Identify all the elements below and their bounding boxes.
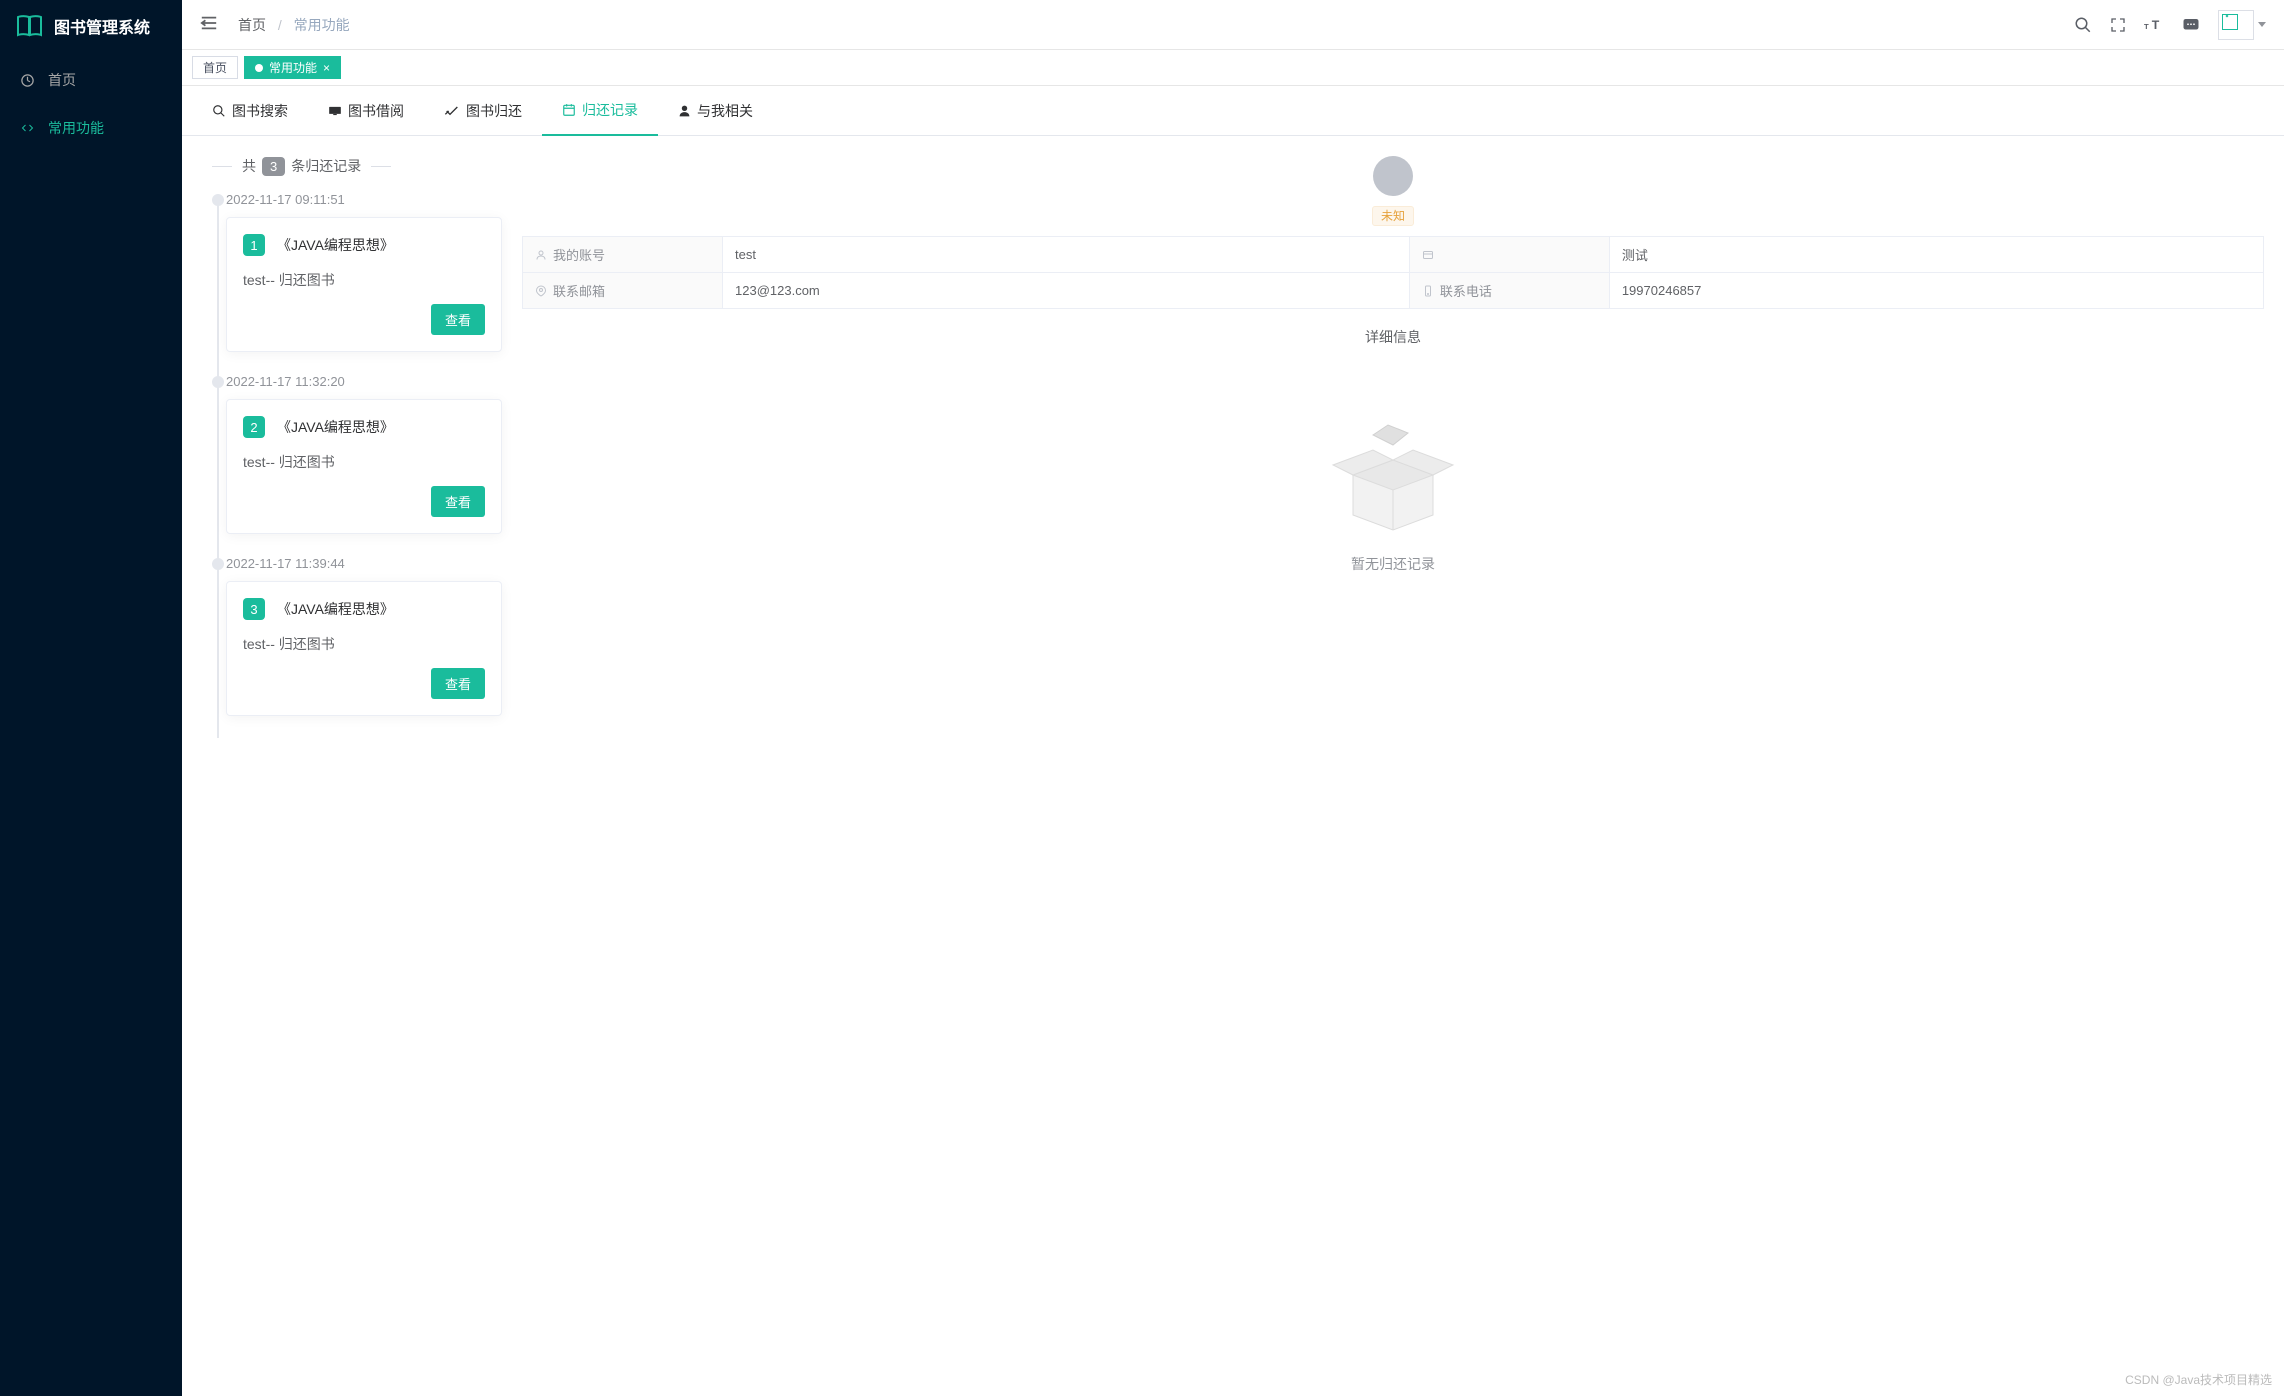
user-dropdown[interactable]	[2218, 10, 2266, 40]
empty-text: 暂无归还记录	[522, 554, 2264, 574]
search-icon[interactable]	[2074, 16, 2092, 34]
search-icon	[212, 104, 226, 118]
tab-book-return[interactable]: 图书归还	[424, 86, 542, 135]
message-icon[interactable]	[2182, 17, 2200, 33]
svg-text:T: T	[2152, 17, 2160, 31]
record-title: 《JAVA编程思想》	[277, 235, 394, 255]
records-summary: 共 3 条归还记录	[212, 156, 502, 176]
breadcrumb-current: 常用功能	[294, 17, 350, 33]
view-button[interactable]: 查看	[431, 668, 485, 699]
profile-avatar	[1373, 156, 1413, 196]
timeline-time: 2022-11-17 09:11:51	[226, 192, 502, 207]
record-desc: test-- 归还图书	[243, 634, 485, 654]
record-card: 3 《JAVA编程思想》 test-- 归还图书 查看	[226, 581, 502, 716]
tag-common[interactable]: 常用功能×	[244, 56, 341, 79]
card-icon	[1422, 249, 1434, 261]
close-icon[interactable]: ×	[323, 61, 330, 75]
dashboard-icon	[20, 73, 36, 88]
sidebar-item-label: 常用功能	[48, 118, 104, 138]
code-icon	[20, 122, 36, 134]
tab-book-borrow[interactable]: 图书借阅	[308, 86, 424, 135]
record-desc: test-- 归还图书	[243, 270, 485, 290]
records-count: 3	[262, 157, 285, 176]
avatar	[2218, 10, 2254, 40]
mail-icon	[535, 285, 547, 297]
user-icon	[678, 104, 691, 118]
timeline-item: 2022-11-17 11:32:20 2 《JAVA编程思想》 test-- 归…	[226, 374, 502, 556]
empty-state: 暂无归还记录	[522, 365, 2264, 614]
breadcrumb-separator: /	[278, 17, 282, 33]
field-value: 123@123.com	[723, 273, 1410, 309]
book-icon	[16, 14, 44, 38]
svg-text:T: T	[2144, 21, 2149, 30]
tab-book-search[interactable]: 图书搜索	[192, 86, 308, 135]
profile-tag: 未知	[1372, 206, 1414, 226]
record-desc: test-- 归还图书	[243, 452, 485, 472]
sidebar-menu: 首页 常用功能	[0, 52, 182, 152]
record-title: 《JAVA编程思想》	[277, 417, 394, 437]
sidebar-item-common[interactable]: 常用功能	[0, 104, 182, 152]
tag-home[interactable]: 首页	[192, 56, 238, 79]
record-index: 1	[243, 234, 265, 256]
tab-return-records[interactable]: 归还记录	[542, 86, 658, 136]
record-index: 2	[243, 416, 265, 438]
fullscreen-icon[interactable]	[2110, 17, 2126, 33]
sidebar-item-label: 首页	[48, 70, 76, 90]
timeline-item: 2022-11-17 09:11:51 1 《JAVA编程思想》 test-- 归…	[226, 192, 502, 374]
breadcrumb-home[interactable]: 首页	[238, 17, 266, 33]
sidebar: 图书管理系统 首页 常用功能	[0, 0, 182, 1396]
app-logo: 图书管理系统	[0, 0, 182, 52]
chevron-down-icon	[2258, 22, 2266, 27]
collapse-toggle[interactable]	[200, 15, 218, 34]
timeline-item: 2022-11-17 11:39:44 3 《JAVA编程思想》 test-- 归…	[226, 556, 502, 738]
record-card: 1 《JAVA编程思想》 test-- 归还图书 查看	[226, 217, 502, 352]
sidebar-item-home[interactable]: 首页	[0, 56, 182, 104]
record-index: 3	[243, 598, 265, 620]
field-value: 19970246857	[1609, 273, 2263, 309]
check-icon	[444, 105, 460, 117]
watermark: CSDN @Java技术项目精选	[2125, 1371, 2272, 1388]
field-value: test	[723, 237, 1410, 273]
timeline: 2022-11-17 09:11:51 1 《JAVA编程思想》 test-- 归…	[212, 192, 502, 738]
empty-box-icon	[1313, 405, 1473, 535]
field-label: 我的账号	[553, 245, 605, 264]
breadcrumb: 首页 / 常用功能	[238, 15, 350, 35]
field-label: 联系邮箱	[553, 281, 605, 300]
calendar-icon	[562, 103, 576, 117]
timeline-time: 2022-11-17 11:32:20	[226, 374, 502, 389]
view-button[interactable]: 查看	[431, 486, 485, 517]
timeline-dot	[212, 194, 224, 206]
field-label: 联系电话	[1440, 281, 1492, 300]
records-panel: 共 3 条归还记录 2022-11-17 09:11:51 1 《JAVA编程思想…	[182, 136, 512, 758]
view-button[interactable]: 查看	[431, 304, 485, 335]
timeline-dot	[212, 376, 224, 388]
user-icon	[535, 249, 547, 261]
content-tabs: 图书搜索 图书借阅 图书归还 归还记录 与我相关	[182, 86, 2284, 136]
record-title: 《JAVA编程思想》	[277, 599, 394, 619]
field-value: 测试	[1609, 237, 2263, 273]
tab-about-me[interactable]: 与我相关	[658, 86, 773, 135]
profile-panel: 未知 我的账号 test 测试 联系邮箱 123@123.com 联系电话	[512, 136, 2284, 758]
detail-title: 详细信息	[522, 327, 2264, 347]
fontsize-icon[interactable]: TT	[2144, 17, 2164, 33]
phone-icon	[1422, 285, 1434, 297]
tags-view: 首页 常用功能×	[182, 50, 2284, 86]
timeline-time: 2022-11-17 11:39:44	[226, 556, 502, 571]
app-title: 图书管理系统	[54, 14, 150, 38]
timeline-dot	[212, 558, 224, 570]
record-card: 2 《JAVA编程思想》 test-- 归还图书 查看	[226, 399, 502, 534]
profile-table: 我的账号 test 测试 联系邮箱 123@123.com 联系电话 19970…	[522, 236, 2264, 309]
monitor-icon	[328, 105, 342, 117]
header: 首页 / 常用功能 TT	[182, 0, 2284, 50]
